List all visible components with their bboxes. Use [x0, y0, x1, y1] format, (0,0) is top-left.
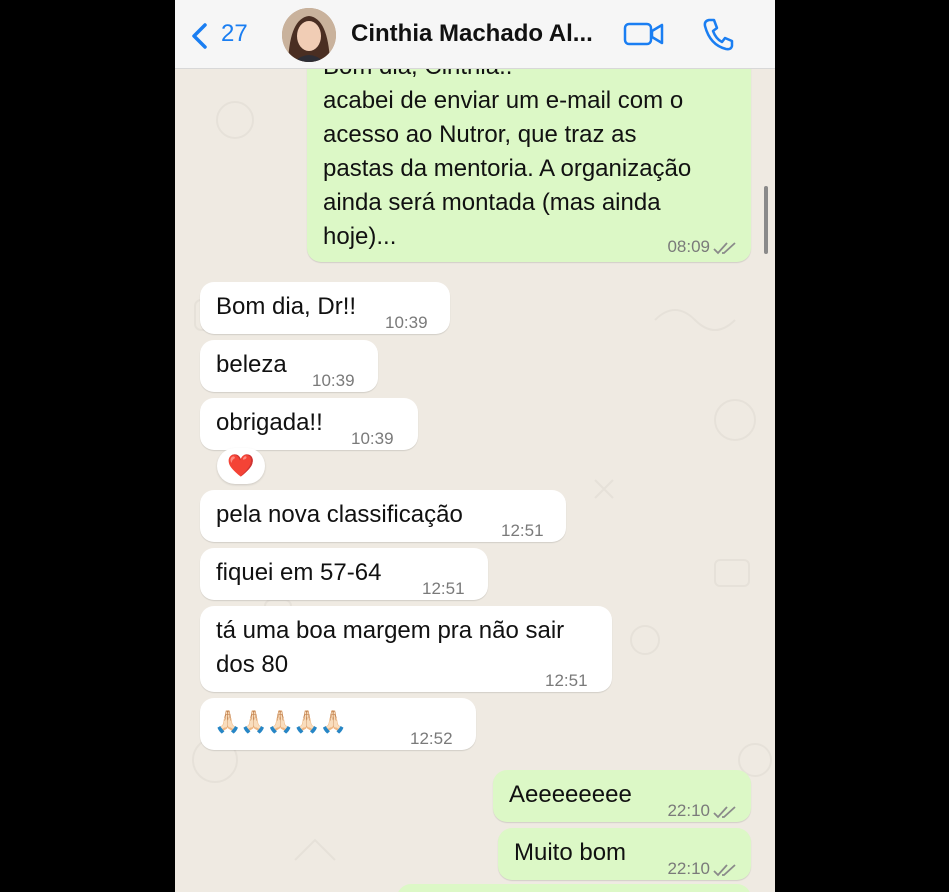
message-time: 08:09: [667, 230, 737, 264]
message-bubble-incoming[interactable]: fiquei em 57-64 12:51: [200, 548, 488, 600]
message-text: Aeeeeeeee: [509, 781, 632, 808]
scrollbar[interactable]: [764, 186, 768, 254]
message-time: 10:39: [312, 371, 355, 390]
message-line: ainda será montada (mas ainda: [323, 189, 661, 216]
message-line: pastas da mentoria. A organização: [323, 155, 692, 182]
message-bubble-outgoing[interactable]: Aeeeeeeee 22:10: [493, 770, 751, 822]
message-text: fiquei em 57-64: [216, 559, 382, 586]
message-bubble-outgoing-partial[interactable]: [397, 884, 751, 892]
chat-screen: 27 Cinthia Machado Al... Bom dia, Cinthi…: [175, 0, 775, 892]
message-line: hoje)...: [323, 223, 397, 250]
message-bubble-incoming[interactable]: Bom dia, Dr!! 10:39: [200, 282, 450, 334]
message-text: Bom dia, Dr!!: [216, 293, 357, 320]
message-time: 12:51: [501, 521, 544, 540]
avatar[interactable]: [282, 8, 336, 62]
read-ticks-icon: [713, 805, 736, 818]
message-text: pela nova classificação: [216, 501, 463, 528]
read-ticks-icon: [713, 241, 736, 254]
message-line: dos 80: [216, 651, 289, 678]
message-time: 10:39: [385, 313, 428, 332]
prayer-hands-emoji: 🙏🏻🙏🏻🙏🏻🙏🏻🙏🏻: [214, 709, 347, 734]
message-text: Muito bom: [514, 839, 627, 866]
message-text: beleza: [216, 351, 287, 378]
video-call-icon[interactable]: [623, 20, 665, 48]
back-chevron-icon[interactable]: [189, 22, 209, 50]
message-line: acabei de enviar um e-mail com o: [323, 87, 684, 114]
message-time: 12:52: [410, 729, 453, 748]
message-bubble-outgoing[interactable]: Muito bom 22:10: [498, 828, 751, 880]
heart-reaction[interactable]: ❤️: [217, 448, 265, 484]
message-line: acesso ao Nutror, que traz as: [323, 121, 637, 148]
message-time: 22:10: [667, 794, 737, 828]
voice-call-icon[interactable]: [700, 16, 734, 52]
message-bubble-incoming[interactable]: beleza 10:39: [200, 340, 378, 392]
message-bubble-incoming[interactable]: 🙏🏻🙏🏻🙏🏻🙏🏻🙏🏻 12:52: [200, 698, 476, 750]
message-text: obrigada!!: [216, 409, 323, 436]
message-bubble-incoming[interactable]: tá uma boa margem pra não sair dos 80 12…: [200, 606, 612, 692]
message-time: 12:51: [422, 579, 465, 598]
read-ticks-icon: [713, 863, 736, 876]
chat-header: 27 Cinthia Machado Al...: [175, 0, 775, 69]
message-bubble-outgoing[interactable]: Bom dia, Cinthia.. acabei de enviar um e…: [307, 44, 751, 262]
contact-name[interactable]: Cinthia Machado Al...: [351, 20, 601, 48]
message-bubble-incoming[interactable]: pela nova classificação 12:51: [200, 490, 566, 542]
message-time: 12:51: [545, 671, 588, 690]
unread-count[interactable]: 27: [221, 20, 248, 48]
message-line: tá uma boa margem pra não sair: [216, 617, 565, 644]
message-bubble-incoming[interactable]: obrigada!! 10:39: [200, 398, 418, 450]
message-time: 10:39: [351, 429, 394, 448]
message-time: 22:10: [667, 852, 737, 886]
